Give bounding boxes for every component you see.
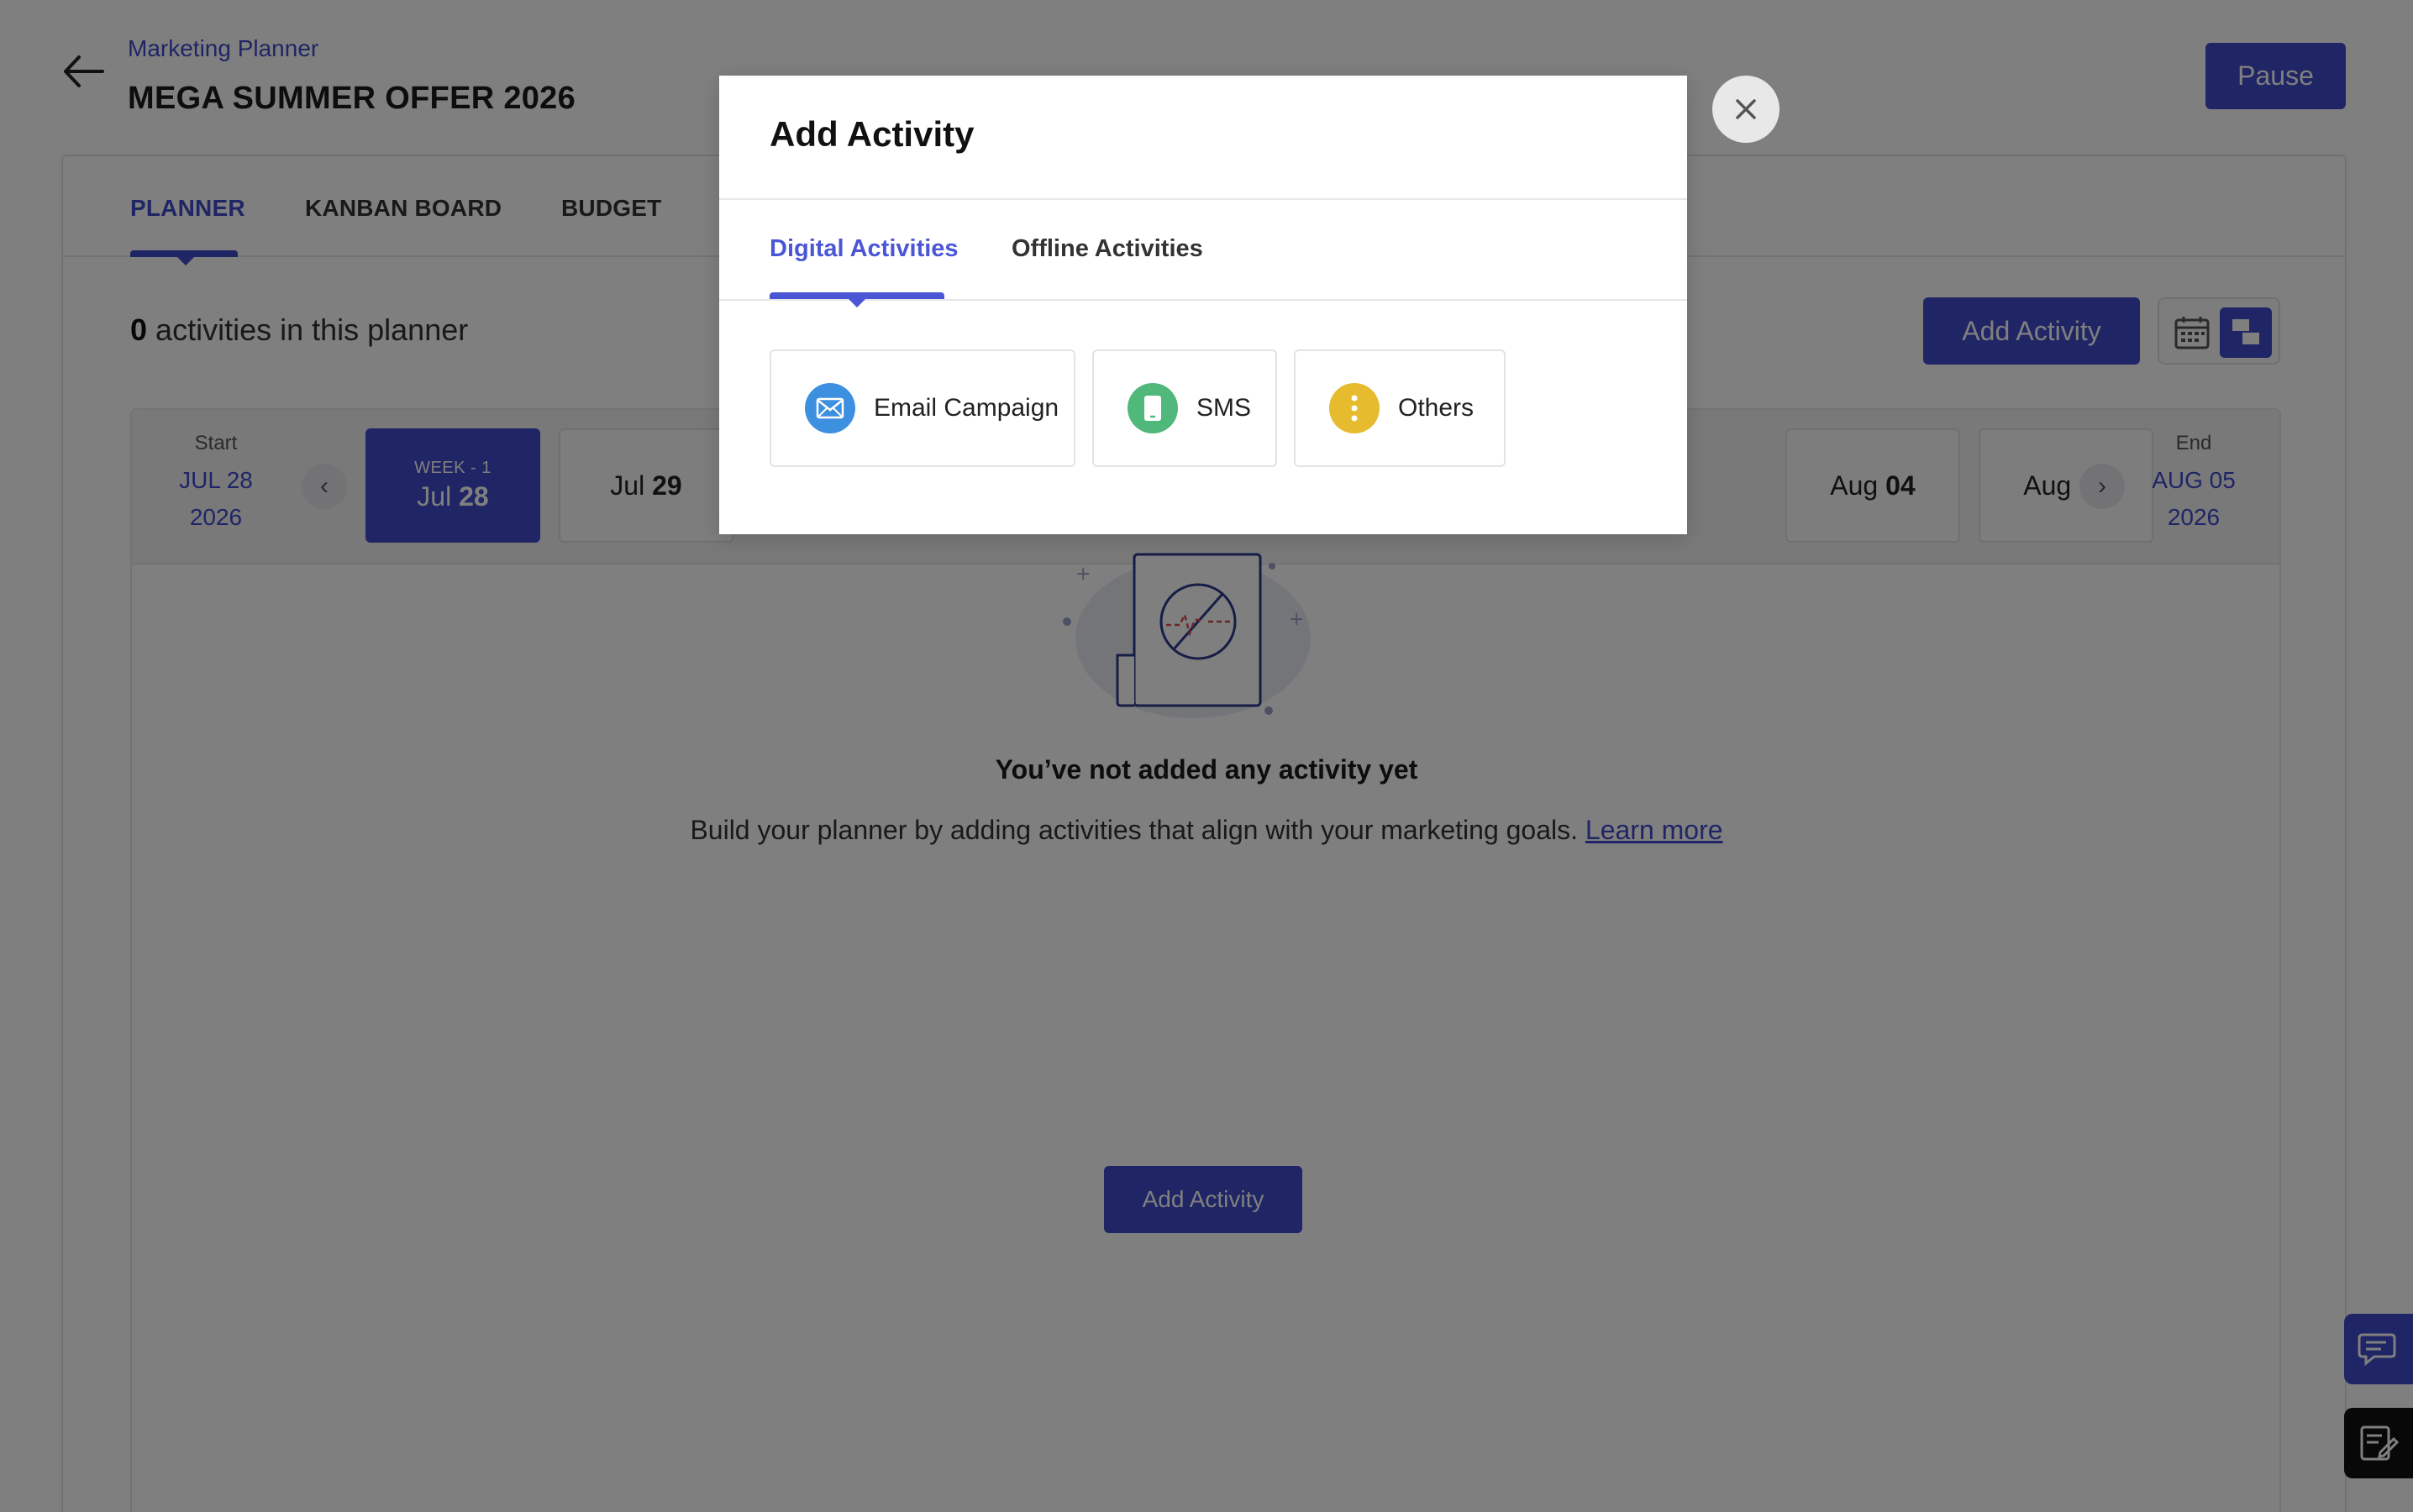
close-icon[interactable] — [1712, 76, 1780, 143]
modal-title: Add Activity — [770, 114, 975, 154]
option-label: Email Campaign — [874, 394, 1059, 422]
modal-header: Add Activity — [719, 76, 1687, 200]
tab-digital-activities[interactable]: Digital Activities — [770, 235, 959, 263]
modal-active-tab-indicator — [770, 292, 944, 307]
others-option[interactable]: Others — [1294, 349, 1506, 467]
email-icon — [805, 383, 855, 433]
mobile-icon — [1128, 383, 1178, 433]
option-label: Others — [1398, 394, 1475, 422]
tab-offline-activities[interactable]: Offline Activities — [1012, 235, 1203, 263]
sms-option[interactable]: SMS — [1092, 349, 1277, 467]
more-vertical-icon — [1329, 383, 1380, 433]
option-label: SMS — [1196, 394, 1252, 422]
add-activity-modal: Add Activity Digital Activities Offline … — [719, 76, 1687, 534]
modal-tab-bar: Digital Activities Offline Activities — [719, 200, 1687, 307]
email-campaign-option[interactable]: Email Campaign — [770, 349, 1075, 467]
